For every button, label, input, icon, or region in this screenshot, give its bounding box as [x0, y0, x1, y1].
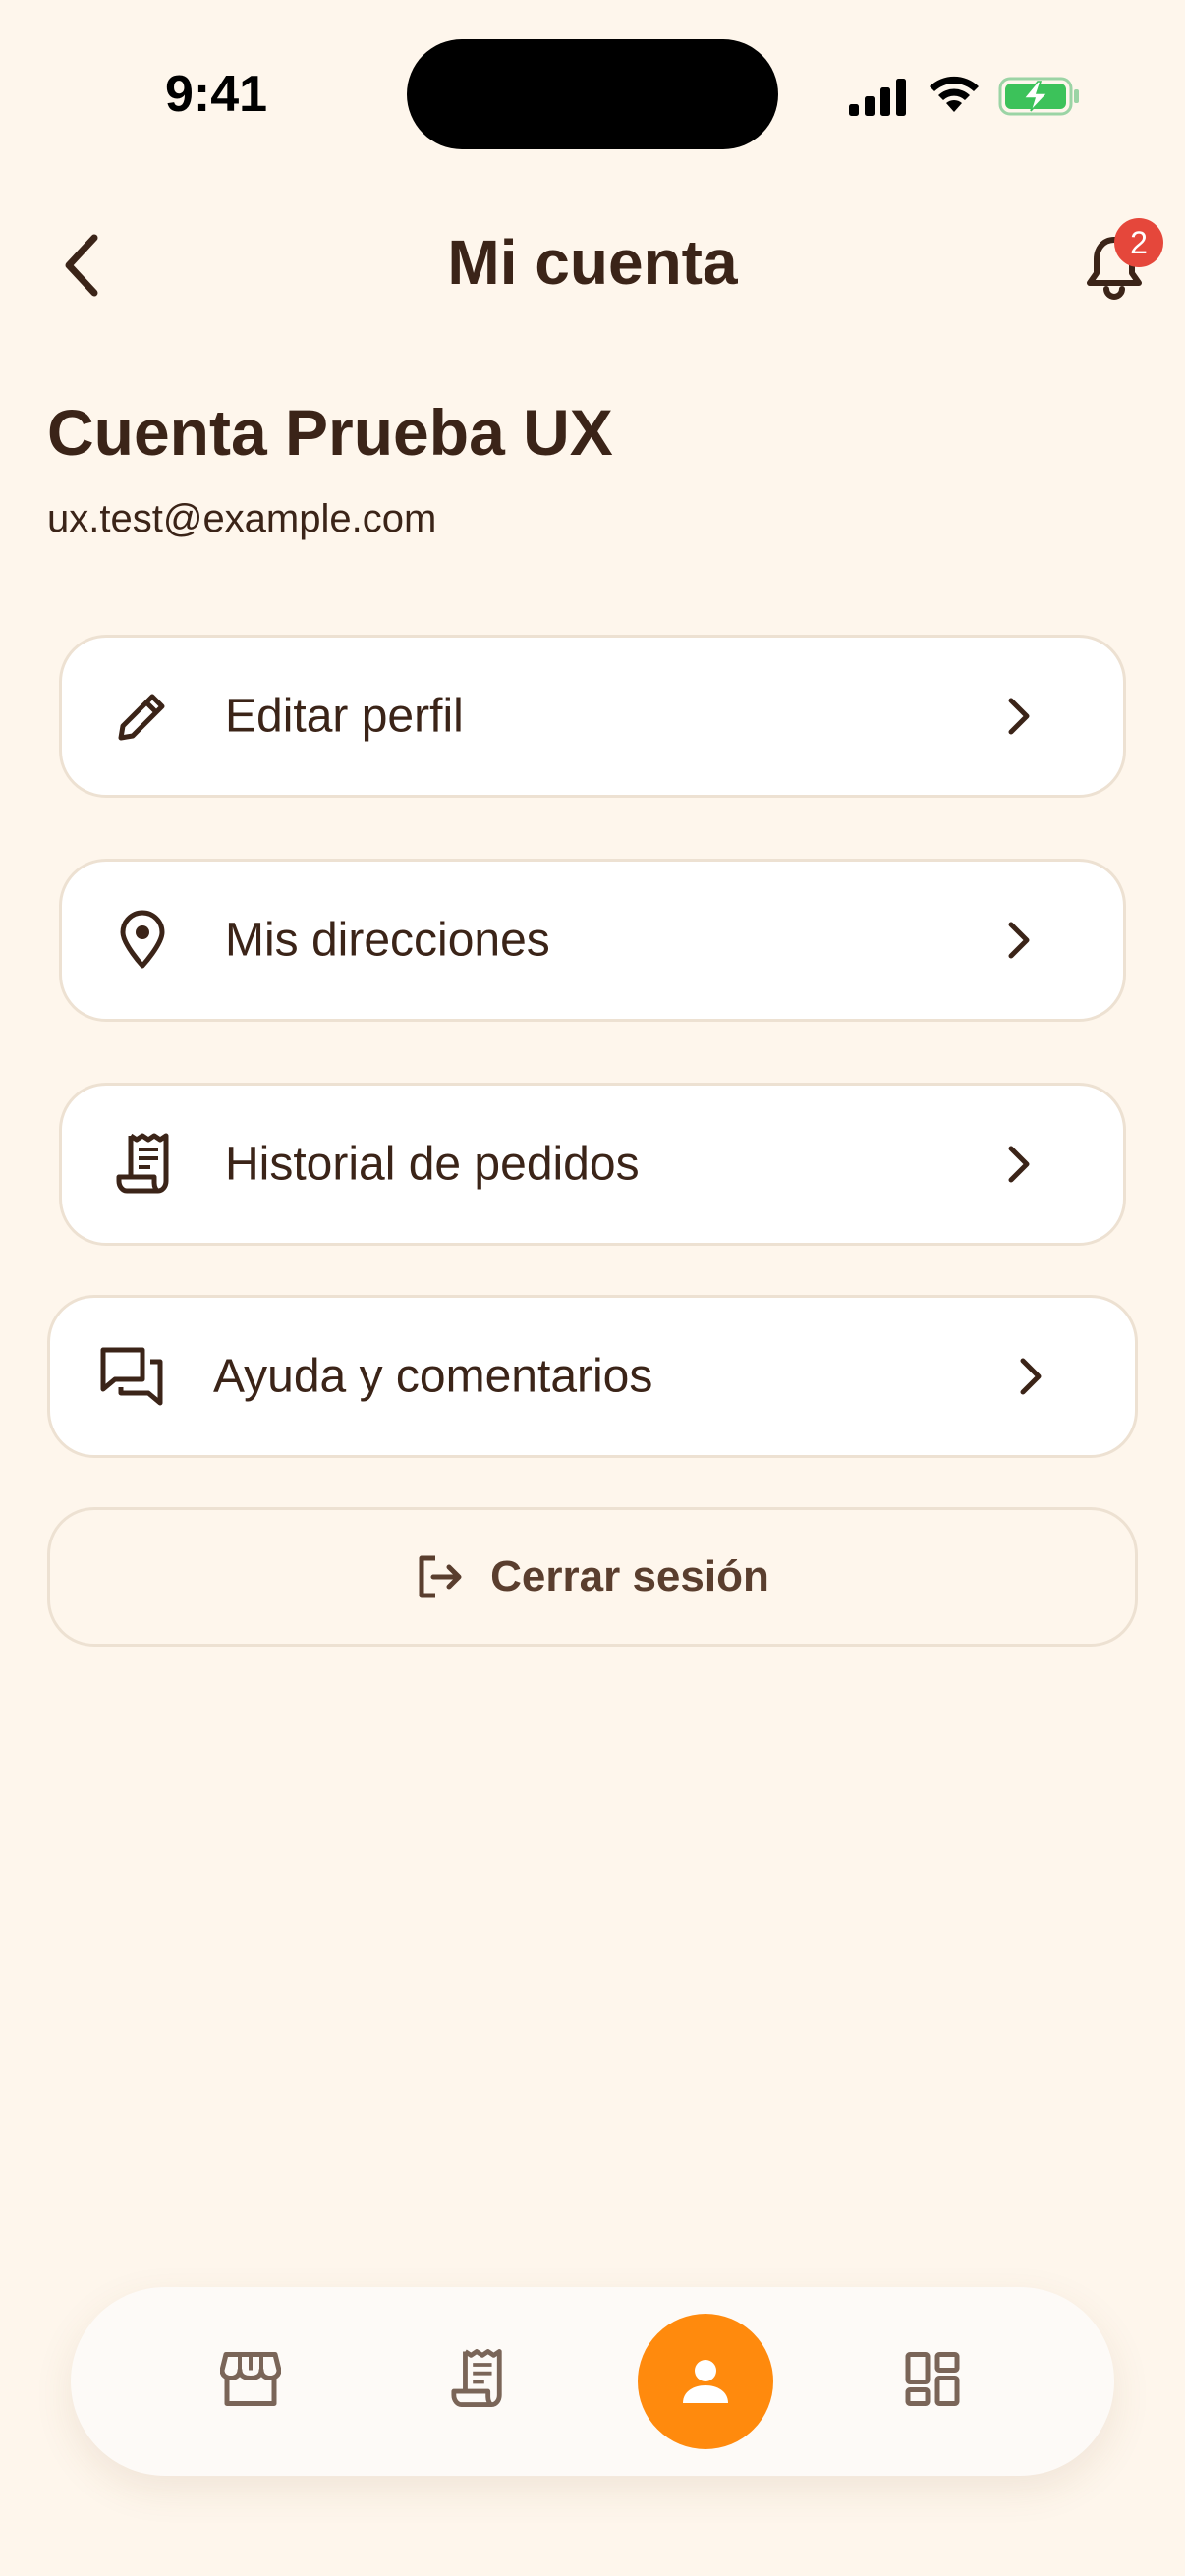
notification-badge: 2 [1114, 218, 1163, 267]
battery-charging-icon [998, 77, 1079, 116]
menu-item-addresses[interactable]: Mis direcciones [59, 859, 1126, 1022]
menu-item-order-history[interactable]: Historial de pedidos [59, 1083, 1126, 1246]
dashboard-icon [905, 2352, 960, 2406]
store-icon [219, 2352, 282, 2406]
nav-store-button[interactable] [219, 2351, 282, 2413]
menu-item-label: Mis direcciones [225, 914, 550, 967]
status-bar: 9:41 [0, 0, 1185, 187]
menu-item-label: Ayuda y comentarios [213, 1350, 653, 1403]
profile-name: Cuenta Prueba UX [47, 396, 613, 469]
nav-account-button[interactable] [638, 2314, 773, 2449]
chevron-right-icon [1020, 1358, 1042, 1395]
receipt-icon [451, 2349, 502, 2408]
menu-item-edit-profile[interactable]: Editar perfil [59, 635, 1126, 798]
chat-bubbles-icon [100, 1347, 163, 1406]
menu-item-label: Editar perfil [225, 690, 464, 743]
nav-orders-button[interactable] [450, 2348, 507, 2416]
person-icon [683, 2360, 728, 2403]
status-time: 9:41 [165, 66, 268, 123]
nav-dashboard-button[interactable] [904, 2351, 961, 2413]
chevron-right-icon [1008, 698, 1030, 735]
dynamic-island [407, 39, 778, 149]
menu-item-label: Historial de pedidos [225, 1138, 640, 1191]
logout-icon [419, 1555, 462, 1598]
pencil-icon [118, 694, 165, 741]
logout-button[interactable]: Cerrar sesión [47, 1507, 1138, 1647]
location-pin-icon [120, 910, 165, 969]
bottom-navigation [71, 2287, 1114, 2476]
chevron-right-icon [1008, 1146, 1030, 1183]
menu-item-help-feedback[interactable]: Ayuda y comentarios [47, 1295, 1138, 1458]
app-header: Mi cuenta [0, 196, 1185, 334]
chevron-right-icon [1008, 922, 1030, 959]
logout-label: Cerrar sesión [490, 1552, 769, 1600]
receipt-icon [116, 1133, 169, 1194]
wifi-icon [930, 76, 979, 112]
profile-email: ux.test@example.com [47, 497, 437, 540]
cellular-signal-icon [849, 79, 906, 116]
page-title: Mi cuenta [447, 227, 738, 298]
